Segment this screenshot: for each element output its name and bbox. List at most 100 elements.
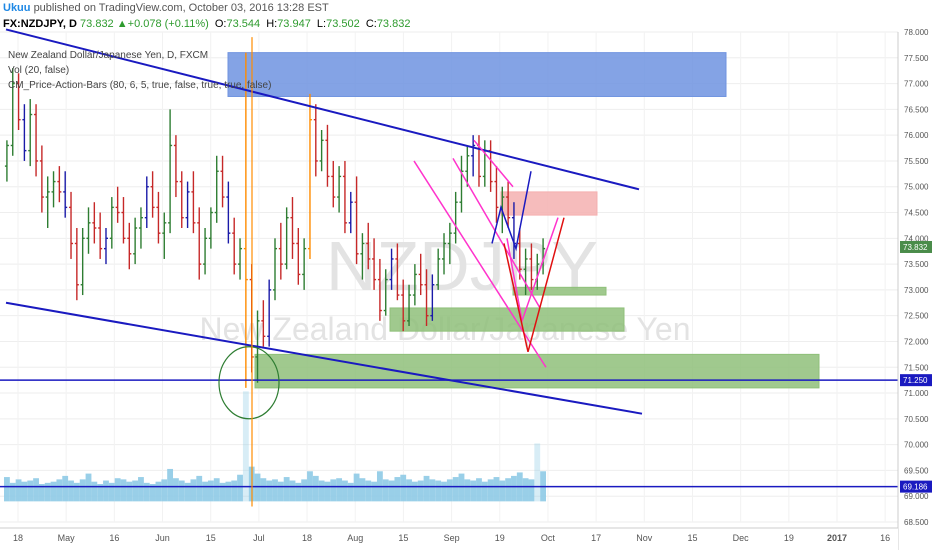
volume-bar bbox=[50, 481, 57, 502]
price-tick-label: 69.000 bbox=[904, 492, 929, 501]
author-name[interactable]: Ukuu bbox=[3, 2, 31, 14]
volume-bar bbox=[359, 478, 366, 502]
price-tick-label: 69.500 bbox=[904, 466, 929, 475]
volume-bar bbox=[21, 481, 28, 502]
volume-bar bbox=[15, 479, 22, 502]
time-tick-label: 16 bbox=[109, 533, 119, 543]
time-tick-label: 19 bbox=[495, 533, 505, 543]
volume-bar bbox=[91, 481, 98, 502]
time-tick-label: 18 bbox=[302, 533, 312, 543]
volume-bar bbox=[85, 473, 92, 502]
volume-bar bbox=[79, 479, 86, 502]
volume-bar bbox=[207, 480, 214, 502]
volume-bar bbox=[132, 480, 139, 502]
volume-bar bbox=[33, 478, 39, 502]
volume-bar bbox=[68, 480, 74, 502]
up-arrow-icon: ▲ bbox=[116, 18, 128, 30]
volume-bar bbox=[56, 479, 63, 502]
volume-bar bbox=[353, 473, 360, 502]
volume-bar bbox=[411, 481, 418, 502]
volume-bar bbox=[528, 479, 535, 502]
volume-bar bbox=[312, 475, 319, 502]
price-label-text: 71.250 bbox=[903, 376, 928, 385]
volume-bar bbox=[318, 480, 325, 502]
volume-bar bbox=[423, 475, 430, 502]
volume-bar bbox=[73, 482, 80, 502]
volume-bar bbox=[9, 482, 16, 502]
volume-bar bbox=[103, 480, 109, 502]
volume-bar bbox=[126, 481, 133, 502]
volume-bar bbox=[161, 479, 168, 502]
volume-bar bbox=[283, 477, 290, 502]
time-tick-label: 2017 bbox=[827, 533, 847, 543]
price-tick-label: 71.000 bbox=[904, 389, 929, 398]
volume-bar bbox=[394, 477, 401, 502]
symbol-name[interactable]: FX:NZDJPY, D bbox=[3, 18, 77, 30]
time-tick-label: 18 bbox=[13, 533, 23, 543]
time-tick-label: 17 bbox=[591, 533, 601, 543]
volume-bar bbox=[167, 468, 174, 502]
volume-bar bbox=[190, 479, 197, 502]
volume-bar bbox=[324, 481, 331, 502]
volume-bar bbox=[382, 479, 389, 502]
symbol-bar: FX:NZDJPY, D 73.832 ▲+0.078 (+0.11%) O:7… bbox=[0, 16, 932, 32]
volume-bar bbox=[470, 480, 477, 502]
volume-bar bbox=[242, 391, 249, 502]
volume-bar bbox=[371, 481, 377, 502]
volume-bar bbox=[464, 479, 471, 502]
volume-bar bbox=[458, 473, 465, 502]
time-tick-label: 15 bbox=[398, 533, 408, 543]
volume-bar bbox=[452, 477, 459, 502]
volume-bar bbox=[219, 482, 226, 502]
price-label-text: 69.186 bbox=[903, 483, 928, 492]
volume-bar bbox=[289, 480, 296, 502]
price-tick-label: 75.500 bbox=[904, 157, 929, 166]
volume-bar bbox=[493, 477, 500, 502]
volume-bar bbox=[225, 481, 232, 502]
instrument-legend[interactable]: New Zealand Dollar/Japanese Yen, D, FXCM bbox=[8, 50, 208, 61]
time-tick-label: 15 bbox=[206, 533, 216, 543]
volume-bar bbox=[155, 481, 162, 502]
volume-legend[interactable]: Vol (20, false) bbox=[8, 65, 69, 76]
volume-bar bbox=[272, 479, 278, 502]
volume-bar bbox=[178, 480, 185, 502]
volume-bar bbox=[499, 480, 506, 502]
volume-bar bbox=[417, 480, 424, 502]
open-value: 73.544 bbox=[226, 18, 261, 30]
volume-bar bbox=[260, 478, 267, 502]
volume-bar bbox=[4, 477, 10, 502]
volume-bar bbox=[301, 479, 308, 502]
volume-bar bbox=[114, 478, 121, 502]
volume-bar bbox=[44, 482, 51, 502]
time-tick-label: May bbox=[58, 533, 76, 543]
time-axis[interactable]: 18 May 16 Jun 15 Jul 18 Aug 15 Sep 19 Oct 17 Nov 15 Dec… bbox=[0, 527, 898, 550]
high-value: 73.947 bbox=[277, 18, 311, 30]
volume-bar bbox=[143, 482, 150, 502]
volume-bar bbox=[202, 481, 208, 502]
price-tick-label: 76.000 bbox=[904, 131, 929, 140]
volume-bar bbox=[120, 479, 127, 502]
price-tick-label: 72.500 bbox=[904, 312, 929, 321]
volume-bar bbox=[342, 480, 348, 502]
price-tick-label: 75.000 bbox=[904, 183, 929, 192]
volume-bar bbox=[254, 473, 261, 502]
time-tick-label: Sep bbox=[444, 533, 460, 543]
price-tick-label: 71.500 bbox=[904, 363, 929, 372]
volume-bar bbox=[237, 474, 243, 502]
volume-bar bbox=[476, 478, 482, 502]
time-tick-label: 15 bbox=[687, 533, 697, 543]
volume-bar bbox=[429, 479, 436, 502]
volume-bar bbox=[277, 481, 284, 502]
volume-bar bbox=[108, 482, 115, 502]
indicator-legend[interactable]: CM_Price-Action-Bars (80, 6, 5, true, fa… bbox=[8, 80, 271, 91]
price-label-text: 73.832 bbox=[903, 243, 928, 252]
price-tick-label: 73.500 bbox=[904, 260, 929, 269]
volume-bar bbox=[487, 479, 494, 502]
price-tick-label: 74.500 bbox=[904, 209, 929, 218]
volume-bar bbox=[534, 443, 541, 502]
price-axis[interactable]: 78.00077.50077.00076.50076.00075.50075.0… bbox=[897, 28, 932, 550]
volume-bar bbox=[231, 480, 238, 502]
low-value: 73.502 bbox=[326, 18, 360, 30]
price-tick-label: 70.500 bbox=[904, 415, 929, 424]
price-tick-label: 76.500 bbox=[904, 105, 929, 114]
